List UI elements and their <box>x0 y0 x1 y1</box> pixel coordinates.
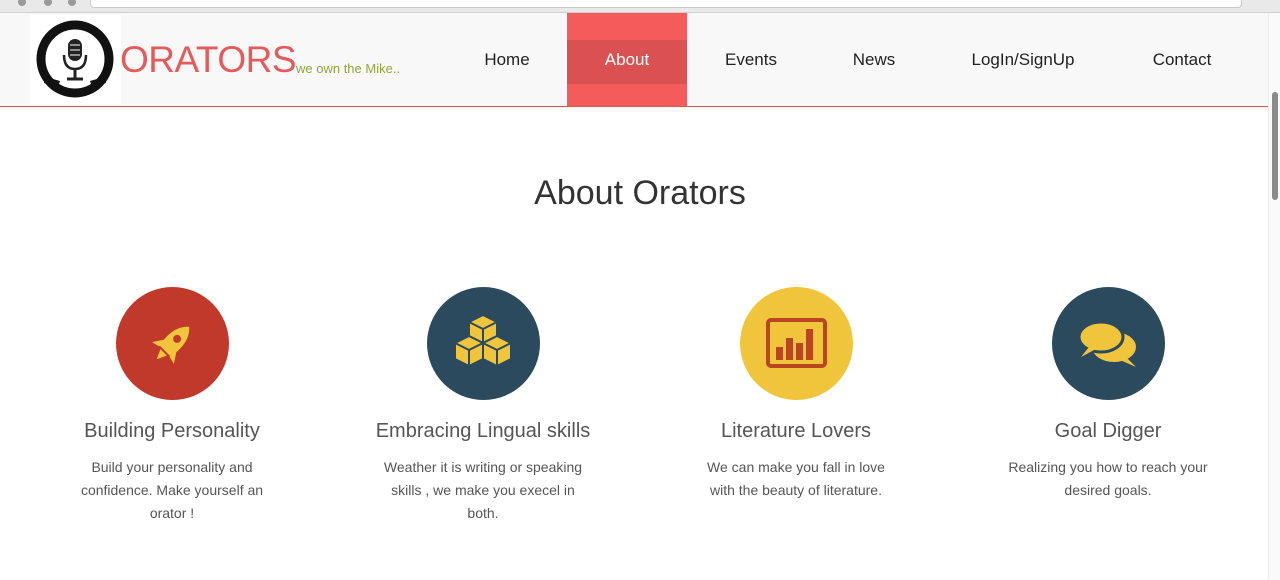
feature-building-personality: Building Personality Build your personal… <box>42 287 302 525</box>
orators-logo[interactable] <box>30 15 121 104</box>
nav-home[interactable]: Home <box>447 13 567 106</box>
about-title: About Orators <box>534 174 746 212</box>
feature-title: Goal Digger <box>1054 420 1162 442</box>
chat-bubbles-icon <box>1077 320 1136 367</box>
nav-login-signup[interactable]: LogIn/SignUp <box>948 13 1098 106</box>
reload-icon[interactable] <box>68 0 76 6</box>
feature-text: Realizing you how to reach your desired … <box>1008 459 1208 498</box>
nav-about[interactable]: About <box>567 13 687 106</box>
nav-contact[interactable]: Contact <box>1122 13 1242 106</box>
rocket-icon <box>151 326 189 365</box>
feature-literature-lovers: Literature Lovers We can make you fall i… <box>666 287 926 502</box>
cubes-icon <box>453 314 512 367</box>
feature-circle <box>115 287 229 400</box>
nav-news-label: News <box>852 50 896 69</box>
microphone-logo-icon <box>36 20 114 98</box>
feature-title: Literature Lovers <box>720 420 872 442</box>
feature-circle <box>1051 287 1165 400</box>
forward-icon[interactable] <box>44 0 52 6</box>
page-scrollbar[interactable] <box>1268 13 1280 580</box>
feature-title: Building Personality <box>84 420 260 442</box>
feature-text: Build your personality and confidence. M… <box>80 459 264 521</box>
feature-goal-digger: Goal Digger Realizing you how to reach y… <box>978 287 1238 502</box>
address-bar[interactable] <box>90 0 1242 8</box>
feature-embracing-lingual-skills: Embracing Lingual skills Weather it is w… <box>353 287 613 525</box>
feature-circle <box>739 287 853 400</box>
nav-login-signup-label: LogIn/SignUp <box>971 50 1075 69</box>
nav-contact-label: Contact <box>1152 50 1212 69</box>
feature-title: Embracing Lingual skills <box>375 420 591 442</box>
brand-name[interactable]: ORATORS <box>120 40 297 80</box>
browser-toolbar <box>0 0 1280 13</box>
feature-text: Weather it is writing or speaking skills… <box>383 459 583 521</box>
nav-about-label: About <box>604 50 650 69</box>
bar-chart-icon <box>765 318 827 368</box>
nav-home-label: Home <box>484 50 530 69</box>
nav-events[interactable]: Events <box>691 13 811 106</box>
back-icon[interactable] <box>18 0 26 6</box>
nav-events-label: Events <box>725 50 777 69</box>
feature-text: We can make you fall in love with the be… <box>707 459 885 498</box>
brand-tagline: we own the Mike.. <box>296 61 401 76</box>
feature-circle <box>426 287 540 400</box>
top-navbar: ORATORS we own the Mike.. Home About Eve… <box>0 13 1280 107</box>
nav-news[interactable]: News <box>814 13 934 106</box>
